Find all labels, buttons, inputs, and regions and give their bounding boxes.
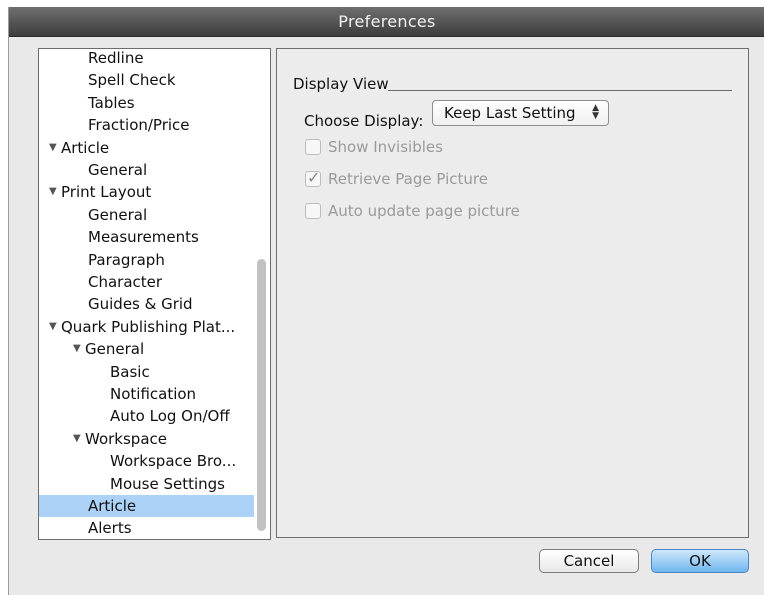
tree-item-label: Redline bbox=[88, 49, 144, 67]
checkbox-icon: ✓ bbox=[305, 168, 321, 187]
tree-item-label: Measurements bbox=[88, 228, 199, 247]
tree-item[interactable]: ▼ Print Layout bbox=[39, 181, 254, 203]
tree-item[interactable]: ▼ Workspace bbox=[39, 428, 254, 450]
tree-item-label: General bbox=[88, 161, 148, 179]
choose-display-select[interactable]: Keep Last Setting ▲ ▼ bbox=[432, 100, 609, 126]
tree-item[interactable]: Alerts bbox=[39, 517, 254, 539]
checkbox-icon bbox=[305, 139, 321, 155]
tree-item-label: Tables bbox=[88, 93, 135, 112]
tree-item[interactable]: Workspace Bro... bbox=[39, 450, 254, 472]
tree-item[interactable]: Spell Check bbox=[39, 69, 254, 91]
tree-item[interactable]: ▼ Article bbox=[39, 137, 254, 159]
choose-display-label: Choose Display: bbox=[304, 112, 424, 130]
tree-item-label: Mouse Settings bbox=[110, 474, 225, 493]
checkbox-label: Retrieve Page Picture bbox=[328, 170, 488, 188]
disclosure-triangle-icon[interactable]: ▼ bbox=[49, 181, 59, 203]
tree-item-label: Auto Log On/Off bbox=[110, 407, 230, 426]
checkbox-label: Show Invisibles bbox=[328, 138, 443, 156]
preferences-window: Preferences Redline Spell Check Tables Frac… bbox=[8, 7, 764, 595]
auto-update-page-picture-checkbox[interactable]: Auto update page picture bbox=[305, 201, 520, 221]
tree-item-label: Notification bbox=[110, 385, 197, 403]
tree-item[interactable]: Basic bbox=[39, 361, 254, 383]
section-title: Display View bbox=[293, 75, 389, 93]
window-title: Preferences bbox=[9, 7, 764, 37]
tree-item-label: General bbox=[85, 340, 145, 359]
tree-item-label: Quark Publishing Plat... bbox=[61, 317, 236, 336]
tree-scrollbar[interactable] bbox=[257, 259, 266, 531]
choose-display-value: Keep Last Setting bbox=[444, 104, 576, 122]
tree-item[interactable]: Article bbox=[39, 495, 254, 517]
tree-item[interactable]: Redline bbox=[39, 49, 254, 69]
ok-button[interactable]: OK bbox=[651, 549, 749, 573]
tree-item[interactable]: Fraction/Price bbox=[39, 114, 254, 136]
settings-panel: Display View Choose Display: Keep Last S… bbox=[276, 48, 749, 538]
checkmark-icon: ✓ bbox=[307, 168, 321, 187]
cancel-button[interactable]: Cancel bbox=[539, 549, 639, 573]
show-invisibles-checkbox[interactable]: Show Invisibles bbox=[305, 137, 443, 157]
tree-item[interactable]: ▼ Quark Publishing Plat... bbox=[39, 316, 254, 338]
tree-item[interactable]: Tables bbox=[39, 92, 254, 114]
checkbox-label: Auto update page picture bbox=[328, 202, 520, 220]
tree-item[interactable]: General bbox=[39, 159, 254, 181]
tree-item-label: Character bbox=[88, 273, 163, 291]
disclosure-triangle-icon[interactable]: ▼ bbox=[73, 428, 83, 450]
tree-item[interactable]: Mouse Settings bbox=[39, 473, 254, 495]
tree-item-label: General bbox=[88, 205, 148, 224]
updown-arrows-icon: ▲ ▼ bbox=[592, 103, 599, 121]
disclosure-triangle-icon[interactable]: ▼ bbox=[73, 338, 83, 360]
tree-item-label: Spell Check bbox=[88, 71, 176, 90]
tree-item[interactable]: Notification bbox=[39, 383, 254, 405]
tree-item[interactable]: Measurements bbox=[39, 226, 254, 248]
tree-item-label: Fraction/Price bbox=[88, 116, 190, 135]
tree-item[interactable]: General bbox=[39, 204, 254, 226]
checkbox-icon bbox=[305, 203, 321, 219]
tree-item-label: Article bbox=[61, 138, 110, 157]
tree-item[interactable]: Character bbox=[39, 271, 254, 293]
disclosure-triangle-icon[interactable]: ▼ bbox=[49, 137, 59, 159]
tree-item[interactable]: Auto Log On/Off bbox=[39, 405, 254, 427]
tree-item-label: Paragraph bbox=[88, 250, 165, 269]
tree-item[interactable]: Paragraph bbox=[39, 249, 254, 271]
preferences-tree[interactable]: Redline Spell Check Tables Fraction/Price ▼ A… bbox=[38, 48, 271, 540]
section-divider bbox=[388, 90, 732, 91]
tree-item-label: Workspace bbox=[85, 429, 167, 448]
tree-item-label: Guides & Grid bbox=[88, 295, 193, 314]
retrieve-page-picture-checkbox[interactable]: ✓ Retrieve Page Picture bbox=[305, 168, 488, 189]
tree-item-label: Article bbox=[88, 497, 137, 515]
tree-item-label: Alerts bbox=[88, 519, 132, 538]
tree-item[interactable]: Guides & Grid bbox=[39, 293, 254, 315]
tree-item[interactable]: ▼ General bbox=[39, 338, 254, 360]
tree-item-label: Basic bbox=[110, 362, 150, 381]
tree-item-label: Print Layout bbox=[61, 183, 152, 202]
tree-item-label: Workspace Bro... bbox=[110, 452, 237, 471]
disclosure-triangle-icon[interactable]: ▼ bbox=[49, 316, 59, 338]
